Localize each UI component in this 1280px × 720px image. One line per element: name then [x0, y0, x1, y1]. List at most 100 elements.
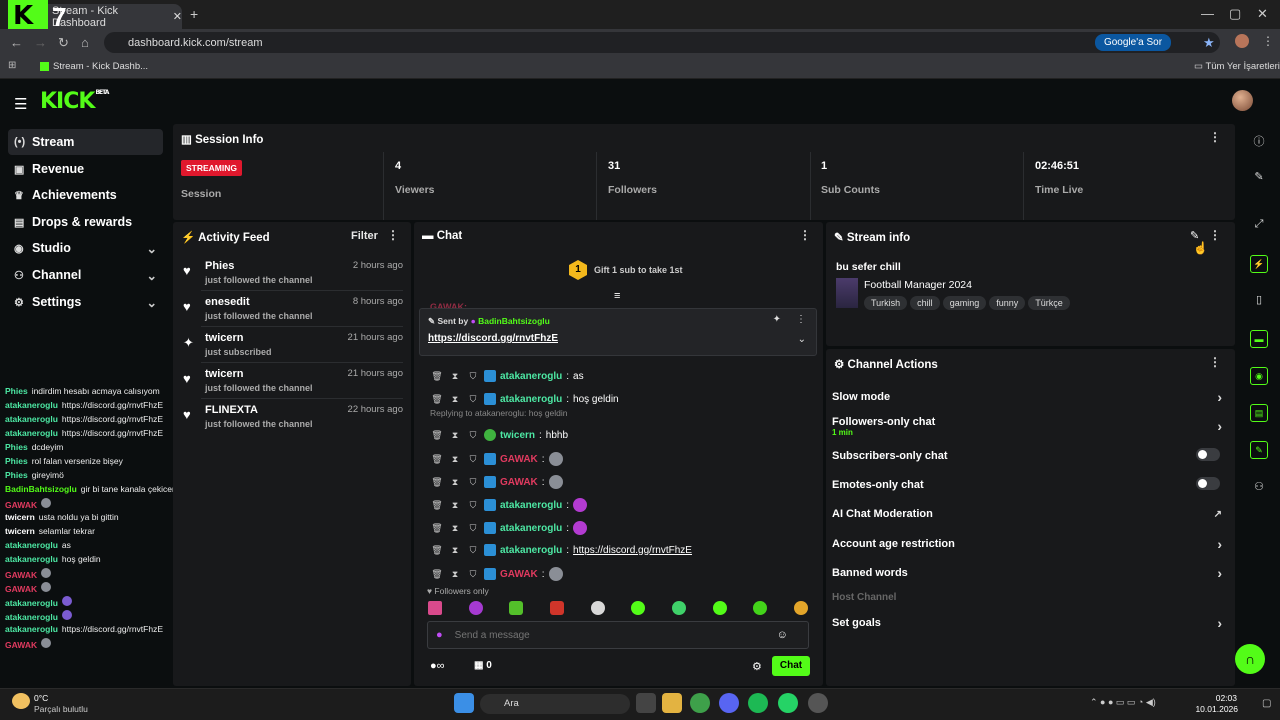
- taskbar-search[interactable]: Ara: [480, 694, 630, 714]
- profile-avatar[interactable]: [1235, 34, 1249, 48]
- timeout-icon[interactable]: ⧗: [448, 500, 462, 511]
- kick-logo[interactable]: KICKBETA: [40, 89, 109, 114]
- layout-icon[interactable]: ▤: [1250, 404, 1268, 422]
- chat-username[interactable]: atakaneroglu: [500, 500, 562, 511]
- ai-moderation-row[interactable]: AI Chat Moderation ↗: [832, 508, 1228, 530]
- spotify-icon[interactable]: [748, 693, 768, 713]
- chevron-down-icon[interactable]: ⌄: [798, 334, 806, 345]
- trash-icon[interactable]: 🗑: [430, 500, 444, 511]
- shield-icon[interactable]: ⛉: [466, 394, 480, 405]
- trash-icon[interactable]: 🗑: [430, 430, 444, 441]
- shield-icon[interactable]: ⛉: [466, 545, 480, 556]
- timeout-icon[interactable]: ⧗: [448, 569, 462, 580]
- emote-icon[interactable]: [590, 601, 605, 615]
- chat-text[interactable]: https://discord.gg/rnvtFhzE: [573, 545, 692, 556]
- chat-username[interactable]: GAWAK: [500, 454, 538, 465]
- emote-icon[interactable]: [712, 601, 727, 615]
- sidebar-item-stream[interactable]: (•) Stream: [8, 129, 163, 155]
- filter-icon[interactable]: ≡: [614, 290, 620, 302]
- chat-username[interactable]: atakaneroglu: [500, 371, 562, 382]
- broadcast-icon[interactable]: ◉: [1250, 367, 1268, 385]
- slow-mode-row[interactable]: Slow mode ›: [832, 389, 1228, 413]
- sidebar-item-channel[interactable]: ⚇ Channel ⌄: [8, 262, 163, 288]
- chat-username[interactable]: GAWAK: [500, 569, 538, 580]
- emote-icon[interactable]: [671, 601, 686, 615]
- set-goals-row[interactable]: Set goals ›: [832, 615, 1228, 639]
- emoji-icon[interactable]: ☺: [777, 629, 788, 641]
- timeout-icon[interactable]: ⧗: [448, 454, 462, 465]
- points-display[interactable]: ▦ 0: [474, 660, 492, 671]
- emotes-only-toggle[interactable]: [1196, 477, 1220, 490]
- support-headset-icon[interactable]: ∩: [1235, 644, 1265, 674]
- emote-icon[interactable]: [793, 601, 808, 615]
- close-tab-icon[interactable]: ✕: [173, 10, 182, 23]
- emote-icon[interactable]: [753, 601, 768, 615]
- fullscreen-icon[interactable]: ⤢: [1250, 218, 1268, 236]
- home-icon[interactable]: ⌂: [81, 35, 89, 50]
- minimize-icon[interactable]: —: [1201, 6, 1214, 21]
- unpin-icon[interactable]: ✦: [773, 314, 781, 325]
- user-avatar[interactable]: [1232, 90, 1253, 111]
- sidebar-item-studio[interactable]: ◉ Studio ⌄: [8, 235, 163, 261]
- more-options-icon[interactable]: ⋮: [796, 314, 806, 325]
- emote-icon[interactable]: [468, 601, 483, 615]
- chat-username[interactable]: atakaneroglu: [500, 545, 562, 556]
- file-explorer-icon[interactable]: [662, 693, 682, 713]
- more-options-icon[interactable]: ⋮: [1209, 228, 1221, 242]
- followers-only-row[interactable]: Followers-only chat 1 min ›: [832, 416, 1228, 438]
- shield-icon[interactable]: ⛉: [466, 500, 480, 511]
- pinned-link[interactable]: https://discord.gg/rnvtFhzE: [428, 333, 558, 344]
- chat-username[interactable]: atakaneroglu: [500, 523, 562, 534]
- filter-button[interactable]: Filter: [351, 230, 378, 242]
- trash-icon[interactable]: 🗑: [430, 523, 444, 534]
- trash-icon[interactable]: 🗑: [430, 569, 444, 580]
- maximize-icon[interactable]: ▢: [1229, 6, 1241, 22]
- sidebar-item-revenue[interactable]: ▣ Revenue: [8, 156, 163, 182]
- url-input[interactable]: dashboard.kick.com/stream: [104, 32, 1220, 53]
- emote-icon[interactable]: [509, 601, 524, 615]
- trash-icon[interactable]: 🗑: [430, 371, 444, 382]
- pencil-icon[interactable]: ✎: [1250, 170, 1268, 188]
- shield-icon[interactable]: ⛉: [466, 430, 480, 441]
- trash-icon[interactable]: 🗑: [430, 394, 444, 405]
- document-icon[interactable]: ▯: [1250, 293, 1268, 311]
- browser-menu-icon[interactable]: ⋮: [1262, 34, 1274, 48]
- bookmark-star-icon[interactable]: ★: [1203, 35, 1215, 51]
- trash-icon[interactable]: 🗑: [430, 477, 444, 488]
- new-tab-icon[interactable]: +: [190, 6, 198, 22]
- more-options-icon[interactable]: ⋮: [1209, 355, 1221, 369]
- wrench-icon[interactable]: ✎: [1250, 441, 1268, 459]
- google-ask-button[interactable]: Google'a Sor: [1095, 34, 1171, 51]
- subscribers-only-toggle[interactable]: [1196, 448, 1220, 461]
- hamburger-menu-icon[interactable]: ☰: [14, 95, 27, 113]
- trash-icon[interactable]: 🗑: [430, 545, 444, 556]
- sidebar-item-drops[interactable]: ▤ Drops & rewards: [8, 209, 163, 235]
- timeout-icon[interactable]: ⧗: [448, 523, 462, 534]
- chat-username[interactable]: GAWAK: [500, 477, 538, 488]
- discord-icon[interactable]: [719, 693, 739, 713]
- shield-icon[interactable]: ⛉: [466, 371, 480, 382]
- whatsapp-icon[interactable]: [778, 693, 798, 713]
- users-icon[interactable]: ⚇: [1250, 480, 1268, 498]
- chrome-icon[interactable]: [690, 693, 710, 713]
- emote-icon[interactable]: [428, 601, 442, 615]
- more-options-icon[interactable]: ⋮: [387, 228, 399, 242]
- back-icon[interactable]: ←: [10, 35, 23, 50]
- sidebar-item-achievements[interactable]: ♛ Achievements: [8, 182, 163, 208]
- shield-icon[interactable]: ⛉: [466, 477, 480, 488]
- settings-icon[interactable]: ⚙: [752, 660, 762, 673]
- more-options-icon[interactable]: ⋮: [799, 228, 811, 242]
- app-icon[interactable]: [808, 693, 828, 713]
- notification-icon[interactable]: ▢: [1262, 698, 1271, 709]
- trash-icon[interactable]: 🗑: [430, 454, 444, 465]
- all-bookmarks[interactable]: ▭ Tüm Yer İşaretleri: [1194, 61, 1280, 72]
- timeout-icon[interactable]: ⧗: [448, 477, 462, 488]
- close-window-icon[interactable]: ✕: [1257, 6, 1268, 22]
- more-options-icon[interactable]: ⋮: [1209, 130, 1221, 144]
- shield-icon[interactable]: ⛉: [466, 523, 480, 534]
- shield-icon[interactable]: ⛉: [466, 454, 480, 465]
- message-field[interactable]: [454, 629, 765, 641]
- chat-icon[interactable]: ▬: [1250, 330, 1268, 348]
- timeout-icon[interactable]: ⧗: [448, 394, 462, 405]
- chat-username[interactable]: twicern: [500, 430, 535, 441]
